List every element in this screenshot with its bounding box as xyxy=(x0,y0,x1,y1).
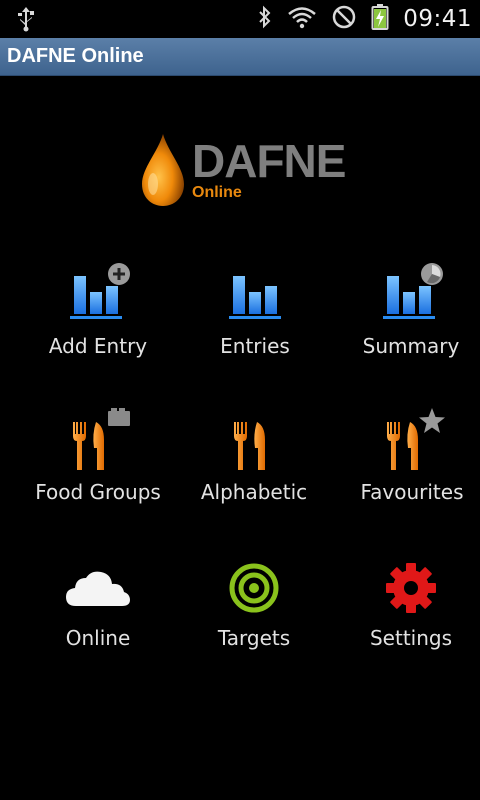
logo-subtitle: Online xyxy=(192,184,242,201)
title-bar: DAFNE Online xyxy=(0,38,480,76)
chart-icon xyxy=(229,276,281,319)
cloud-icon xyxy=(66,571,130,606)
gear-icon xyxy=(386,563,436,613)
entries-label: Entries xyxy=(220,334,290,358)
favourites-button[interactable]: Favourites xyxy=(334,408,480,528)
summary-button[interactable]: Summary xyxy=(333,262,480,382)
logo-wordmark: DAFNE xyxy=(192,135,346,187)
target-icon xyxy=(229,563,279,613)
alphabetic-button[interactable]: Alphabetic xyxy=(176,408,332,528)
food-groups-button[interactable]: Food Groups xyxy=(20,408,176,528)
status-bar: 09:41 xyxy=(0,0,480,38)
battery-charging-icon xyxy=(371,3,389,35)
app-title: DAFNE Online xyxy=(7,45,144,67)
cutlery-star-icon xyxy=(387,408,445,470)
bluetooth-icon xyxy=(257,5,273,33)
usb-icon xyxy=(14,6,38,36)
online-label: Online xyxy=(65,626,131,650)
summary-label: Summary xyxy=(362,334,460,358)
add-entry-label: Add Entry xyxy=(48,334,148,358)
favourites-label: Favourites xyxy=(360,480,464,504)
chart-pie-icon xyxy=(383,263,443,319)
online-button[interactable]: Online xyxy=(20,554,176,674)
add-entry-button[interactable]: Add Entry xyxy=(20,262,176,382)
cutlery-icon xyxy=(234,422,265,470)
oil-drop-icon xyxy=(142,134,184,206)
targets-label: Targets xyxy=(217,626,291,650)
targets-button[interactable]: Targets xyxy=(176,554,332,674)
status-time: 09:41 xyxy=(403,6,472,32)
chart-add-icon xyxy=(70,263,130,319)
wifi-icon xyxy=(287,5,317,33)
cutlery-groups-icon xyxy=(73,408,130,470)
entries-button[interactable]: Entries xyxy=(177,262,333,382)
alphabetic-label: Alphabetic xyxy=(200,480,308,504)
no-signal-icon xyxy=(331,4,357,34)
food-groups-label: Food Groups xyxy=(35,480,161,504)
settings-label: Settings xyxy=(369,626,453,650)
dafne-logo: DAFNE Online xyxy=(136,132,346,212)
settings-button[interactable]: Settings xyxy=(333,554,480,674)
